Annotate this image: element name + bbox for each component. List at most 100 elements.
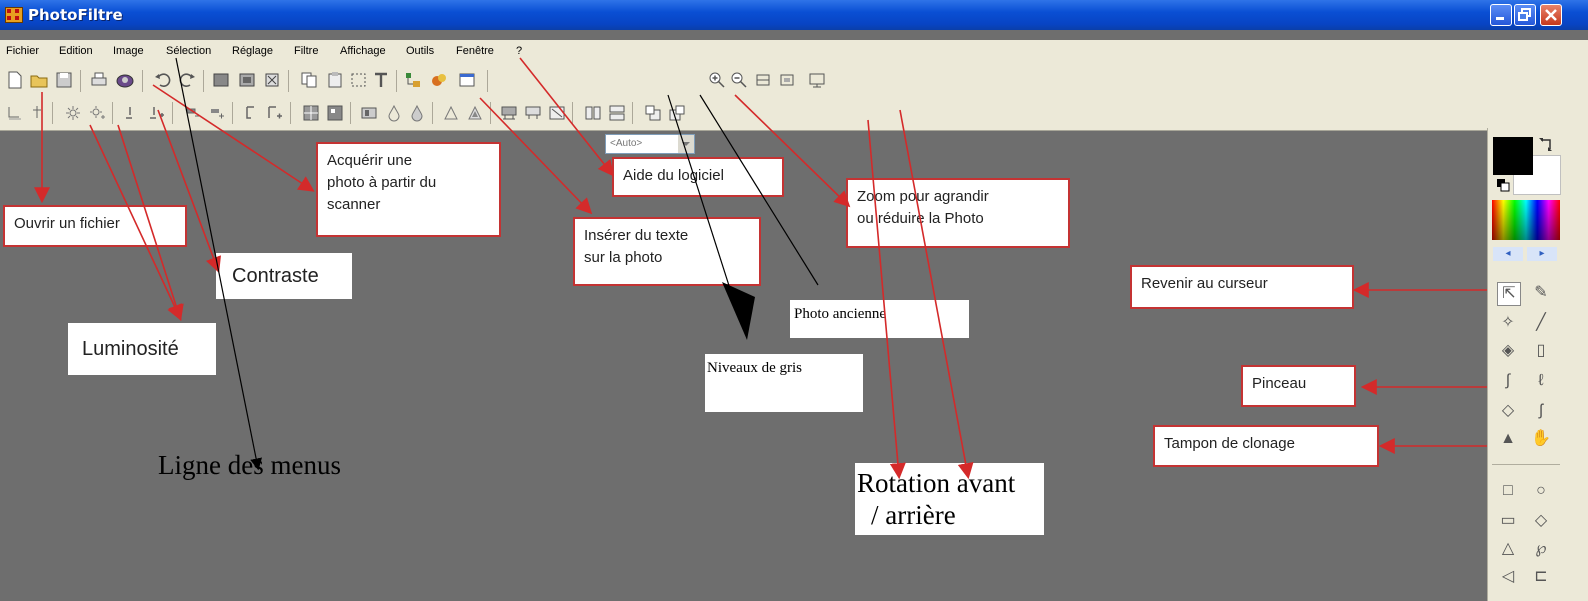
grid-icon[interactable] [302, 104, 320, 122]
menu-reglage[interactable]: Réglage [232, 45, 273, 57]
flip-vertical-icon[interactable] [608, 104, 626, 122]
callout-zoom-line1: Zoom pour agrandir [857, 188, 989, 205]
color-palette[interactable] [1492, 200, 1560, 240]
gamma-plus-icon[interactable] [266, 104, 284, 122]
zoom-value: <Auto> [610, 138, 643, 149]
zoom-in-icon[interactable] [708, 71, 726, 89]
menu-fichier[interactable]: Fichier [6, 45, 39, 57]
fill-tool-icon[interactable]: ◈ [1497, 340, 1519, 362]
polygon-selection-icon[interactable]: ◁ [1497, 566, 1519, 588]
canvas-size-icon[interactable] [238, 71, 256, 89]
print-icon[interactable] [90, 71, 108, 89]
hand-tool-icon[interactable]: ✋ [1530, 428, 1552, 450]
rounded-rect-selection-icon[interactable]: ▭ [1497, 510, 1519, 532]
select-all-icon[interactable] [350, 71, 368, 89]
callout-zoom-line2: ou réduire la Photo [857, 210, 984, 227]
load-selection-icon[interactable]: ⊏ [1530, 566, 1552, 588]
flip-horizontal-icon[interactable] [584, 104, 602, 122]
old-photo-icon[interactable] [360, 104, 378, 122]
saturation-minus-icon[interactable] [184, 104, 202, 122]
paste-icon[interactable] [326, 71, 344, 89]
negative-icon[interactable] [548, 104, 566, 122]
saturation-plus-icon[interactable] [208, 104, 226, 122]
undo-icon[interactable] [154, 71, 172, 89]
blur-tool-icon[interactable]: ◇ [1497, 400, 1519, 422]
callout-grayscale: Niveaux de gris [705, 354, 863, 412]
zoom-out-icon[interactable] [730, 71, 748, 89]
callout-rotation-line2: / arrière [871, 500, 956, 530]
contrast-plus-icon[interactable] [148, 104, 166, 122]
callout-brush-text: Pinceau [1252, 375, 1307, 392]
close-icon [1545, 9, 1557, 21]
drop-icon[interactable] [385, 104, 403, 122]
line-tool-icon[interactable]: ╱ [1530, 312, 1552, 334]
scanner-icon[interactable] [116, 71, 134, 89]
triangle-selection-icon[interactable]: △ [1497, 538, 1519, 560]
menu-help[interactable]: ? [516, 45, 522, 57]
menu-outils[interactable]: Outils [406, 45, 434, 57]
swap-colors-icon[interactable] [1538, 137, 1556, 153]
text-tool-icon[interactable] [372, 71, 390, 89]
auto-contrast-icon[interactable] [28, 104, 46, 122]
smudge-tool-icon[interactable]: ʃ [1530, 400, 1552, 422]
callout-contrast-text: Contraste [232, 265, 319, 287]
spray-tool-icon[interactable]: ▯ [1530, 340, 1552, 362]
auto-levels-icon[interactable] [6, 104, 24, 122]
copy-icon[interactable] [300, 71, 318, 89]
diamond-selection-icon[interactable]: ◇ [1530, 510, 1552, 532]
fit-window-icon[interactable] [778, 71, 796, 89]
close-button[interactable] [1540, 4, 1562, 26]
rectangle-selection-icon[interactable]: □ [1497, 480, 1519, 502]
zoom-combo[interactable]: <Auto> [605, 134, 695, 154]
redo-icon[interactable] [178, 71, 196, 89]
magic-wand-tool-icon[interactable]: ✧ [1497, 312, 1519, 334]
grayscale-icon[interactable] [500, 104, 518, 122]
crop-icon[interactable] [263, 71, 281, 89]
explorer-icon[interactable] [404, 71, 422, 89]
callout-help: Aide du logiciel [612, 157, 784, 197]
lasso-selection-icon[interactable]: ℘ [1530, 538, 1552, 560]
effects-icon[interactable] [430, 71, 448, 89]
save-icon[interactable] [55, 71, 73, 89]
actual-size-icon[interactable] [754, 71, 772, 89]
sharpen-icon[interactable] [442, 104, 460, 122]
pipette-tool-icon[interactable]: ✎ [1530, 282, 1552, 304]
chevron-down-icon[interactable] [678, 135, 694, 153]
open-folder-icon[interactable] [30, 71, 48, 89]
gamma-minus-icon[interactable] [244, 104, 262, 122]
contrast-minus-icon[interactable] [124, 104, 142, 122]
help-icon[interactable] [458, 71, 476, 89]
palette-next-icon[interactable]: ▸ [1527, 247, 1557, 261]
foreground-color-swatch[interactable] [1493, 137, 1533, 175]
maximize-button[interactable] [1514, 4, 1536, 26]
callout-brightness-text: Luminosité [82, 338, 179, 360]
cursor-tool-icon[interactable]: ⇱ [1497, 282, 1521, 306]
palette-prev-icon[interactable]: ◂ [1493, 247, 1523, 261]
fullscreen-icon[interactable] [808, 71, 826, 89]
sharpen-more-icon[interactable] [466, 104, 484, 122]
menu-edition[interactable]: Edition [59, 45, 93, 57]
mosaic-icon[interactable] [326, 104, 344, 122]
callout-brightness: Luminosité [68, 323, 216, 375]
menu-filtre[interactable]: Filtre [294, 45, 318, 57]
ellipse-selection-icon[interactable]: ○ [1530, 480, 1552, 502]
callout-cursor: Revenir au curseur [1130, 265, 1354, 309]
advanced-brush-tool-icon[interactable]: ℓ [1530, 370, 1552, 392]
brush-tool-icon[interactable]: ∫ [1497, 370, 1519, 392]
rotate-right-icon[interactable] [668, 104, 686, 122]
image-size-icon[interactable] [212, 71, 230, 89]
new-file-icon[interactable] [6, 71, 24, 89]
menu-affichage[interactable]: Affichage [340, 45, 386, 57]
clone-stamp-tool-icon[interactable]: ▲ [1497, 428, 1519, 450]
blur-icon[interactable] [408, 104, 426, 122]
brightness-icon[interactable] [64, 104, 82, 122]
menu-selection[interactable]: Sélection [166, 45, 211, 57]
default-colors-icon[interactable] [1496, 178, 1510, 192]
brightness-plus-icon[interactable] [88, 104, 106, 122]
sepia-icon[interactable] [524, 104, 542, 122]
menu-fenetre[interactable]: Fenêtre [456, 45, 494, 57]
menu-image[interactable]: Image [113, 45, 144, 57]
minimize-button[interactable] [1490, 4, 1512, 26]
rotate-left-icon[interactable] [644, 104, 662, 122]
callout-open-file: Ouvrir un fichier [3, 205, 187, 247]
